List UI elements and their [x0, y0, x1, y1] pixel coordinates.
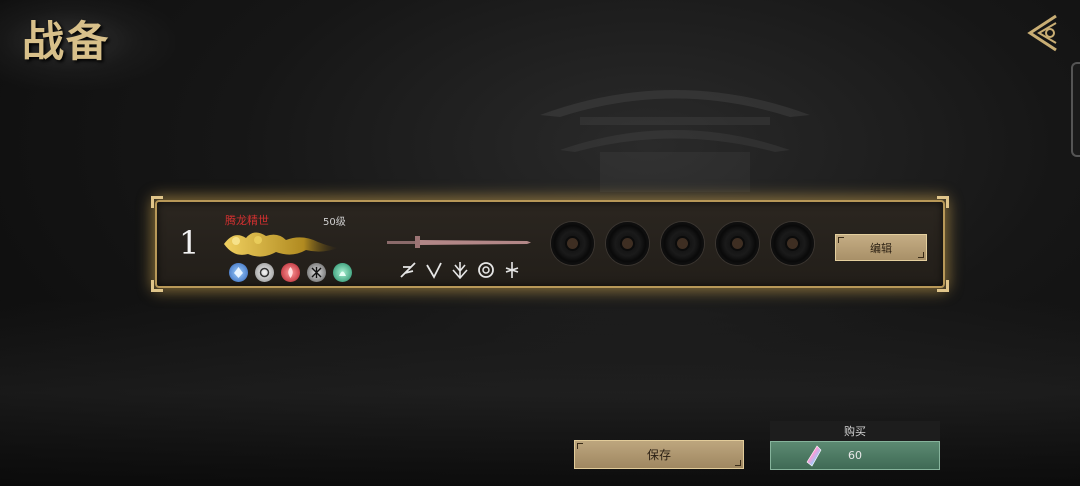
save-button-label: 保存	[646, 448, 671, 462]
button-corner-ornament	[735, 460, 741, 466]
gear-slots	[551, 222, 814, 265]
buy-button[interactable]: 60	[770, 441, 940, 470]
buy-price: 60	[848, 449, 862, 462]
gear-slot-5[interactable]	[771, 222, 814, 265]
button-corner-ornament	[577, 443, 583, 449]
card-corner-ornament	[937, 280, 949, 292]
back-button[interactable]	[1022, 12, 1062, 54]
loadout-card[interactable]: 1 腾龙精世 50级 编辑	[151, 196, 949, 292]
wood-skill-icon[interactable]	[333, 263, 352, 282]
shadow-skill-icon[interactable]	[307, 263, 326, 282]
edit-button[interactable]: 编辑	[835, 234, 927, 261]
loadout-slot-number: 1	[179, 224, 200, 262]
card-corner-ornament	[151, 196, 163, 208]
card-corner-ornament	[151, 280, 163, 292]
slash-move-icon[interactable]	[399, 261, 417, 279]
button-corner-ornament	[918, 252, 924, 258]
temple-silhouette	[540, 90, 810, 192]
page-title: 战备	[22, 17, 111, 66]
wind-skill-icon[interactable]	[255, 263, 274, 282]
golden-dragon-portrait	[224, 232, 338, 257]
save-button[interactable]: 保存	[574, 440, 744, 469]
button-corner-ornament	[838, 237, 844, 243]
fire-skill-icon[interactable]	[281, 263, 300, 282]
sword-weapon-icon[interactable]	[385, 234, 533, 250]
skill-icons	[229, 263, 352, 282]
thrust-move-icon[interactable]	[503, 261, 521, 279]
card-corner-ornament	[937, 196, 949, 208]
side-drawer-handle[interactable]	[1071, 62, 1080, 157]
buy-title: 购买	[770, 421, 940, 441]
gear-slot-4[interactable]	[716, 222, 759, 265]
gear-slot-3[interactable]	[661, 222, 704, 265]
spread-move-icon[interactable]	[451, 261, 469, 279]
move-icons	[399, 261, 521, 279]
gear-slot-1[interactable]	[551, 222, 594, 265]
spin-move-icon[interactable]	[477, 261, 495, 279]
crystal-currency-icon	[806, 445, 822, 467]
pierce-move-icon[interactable]	[425, 261, 443, 279]
edit-button-label: 编辑	[870, 241, 892, 255]
water-skill-icon[interactable]	[229, 263, 248, 282]
gear-slot-2[interactable]	[606, 222, 649, 265]
back-arrow-icon	[1027, 14, 1057, 52]
